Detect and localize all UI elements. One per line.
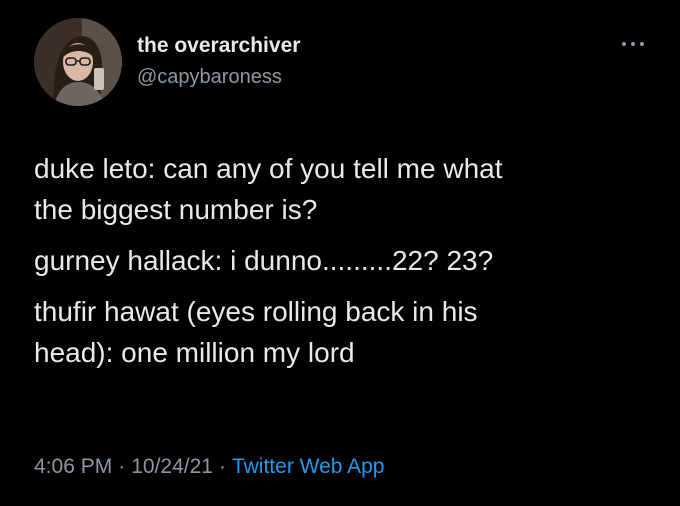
tweet-source-link[interactable]: Twitter Web App — [232, 455, 385, 478]
tweet-line: gurney hallack: i dunno.........22? 23? — [34, 245, 494, 276]
tweet-line: thufir hawat (eyes rolling back in his — [34, 296, 478, 327]
separator-dot: · — [218, 455, 226, 478]
separator-dot: · — [118, 455, 126, 478]
avatar[interactable] — [34, 18, 122, 106]
more-dots-icon[interactable] — [618, 36, 648, 52]
tweet-header: the overarchiver @capybaroness — [34, 18, 654, 110]
tweet-line: duke leto: can any of you tell me what — [34, 153, 503, 184]
author-names: the overarchiver @capybaroness — [137, 32, 300, 91]
tweet-date[interactable]: 10/24/21 — [131, 455, 213, 478]
tweet-card: the overarchiver @capybaroness duke leto… — [0, 0, 680, 506]
author-display-name[interactable]: the overarchiver — [137, 32, 300, 60]
author-handle[interactable]: @capybaroness — [137, 63, 300, 91]
tweet-line: head): one million my lord — [34, 337, 355, 368]
tweet-text: duke leto: can any of you tell me what t… — [34, 148, 654, 373]
avatar-image — [34, 18, 122, 106]
tweet-metadata: 4:06 PM · 10/24/21 · Twitter Web App — [34, 452, 385, 482]
tweet-time[interactable]: 4:06 PM — [34, 455, 112, 478]
tweet-line: the biggest number is? — [34, 194, 318, 225]
